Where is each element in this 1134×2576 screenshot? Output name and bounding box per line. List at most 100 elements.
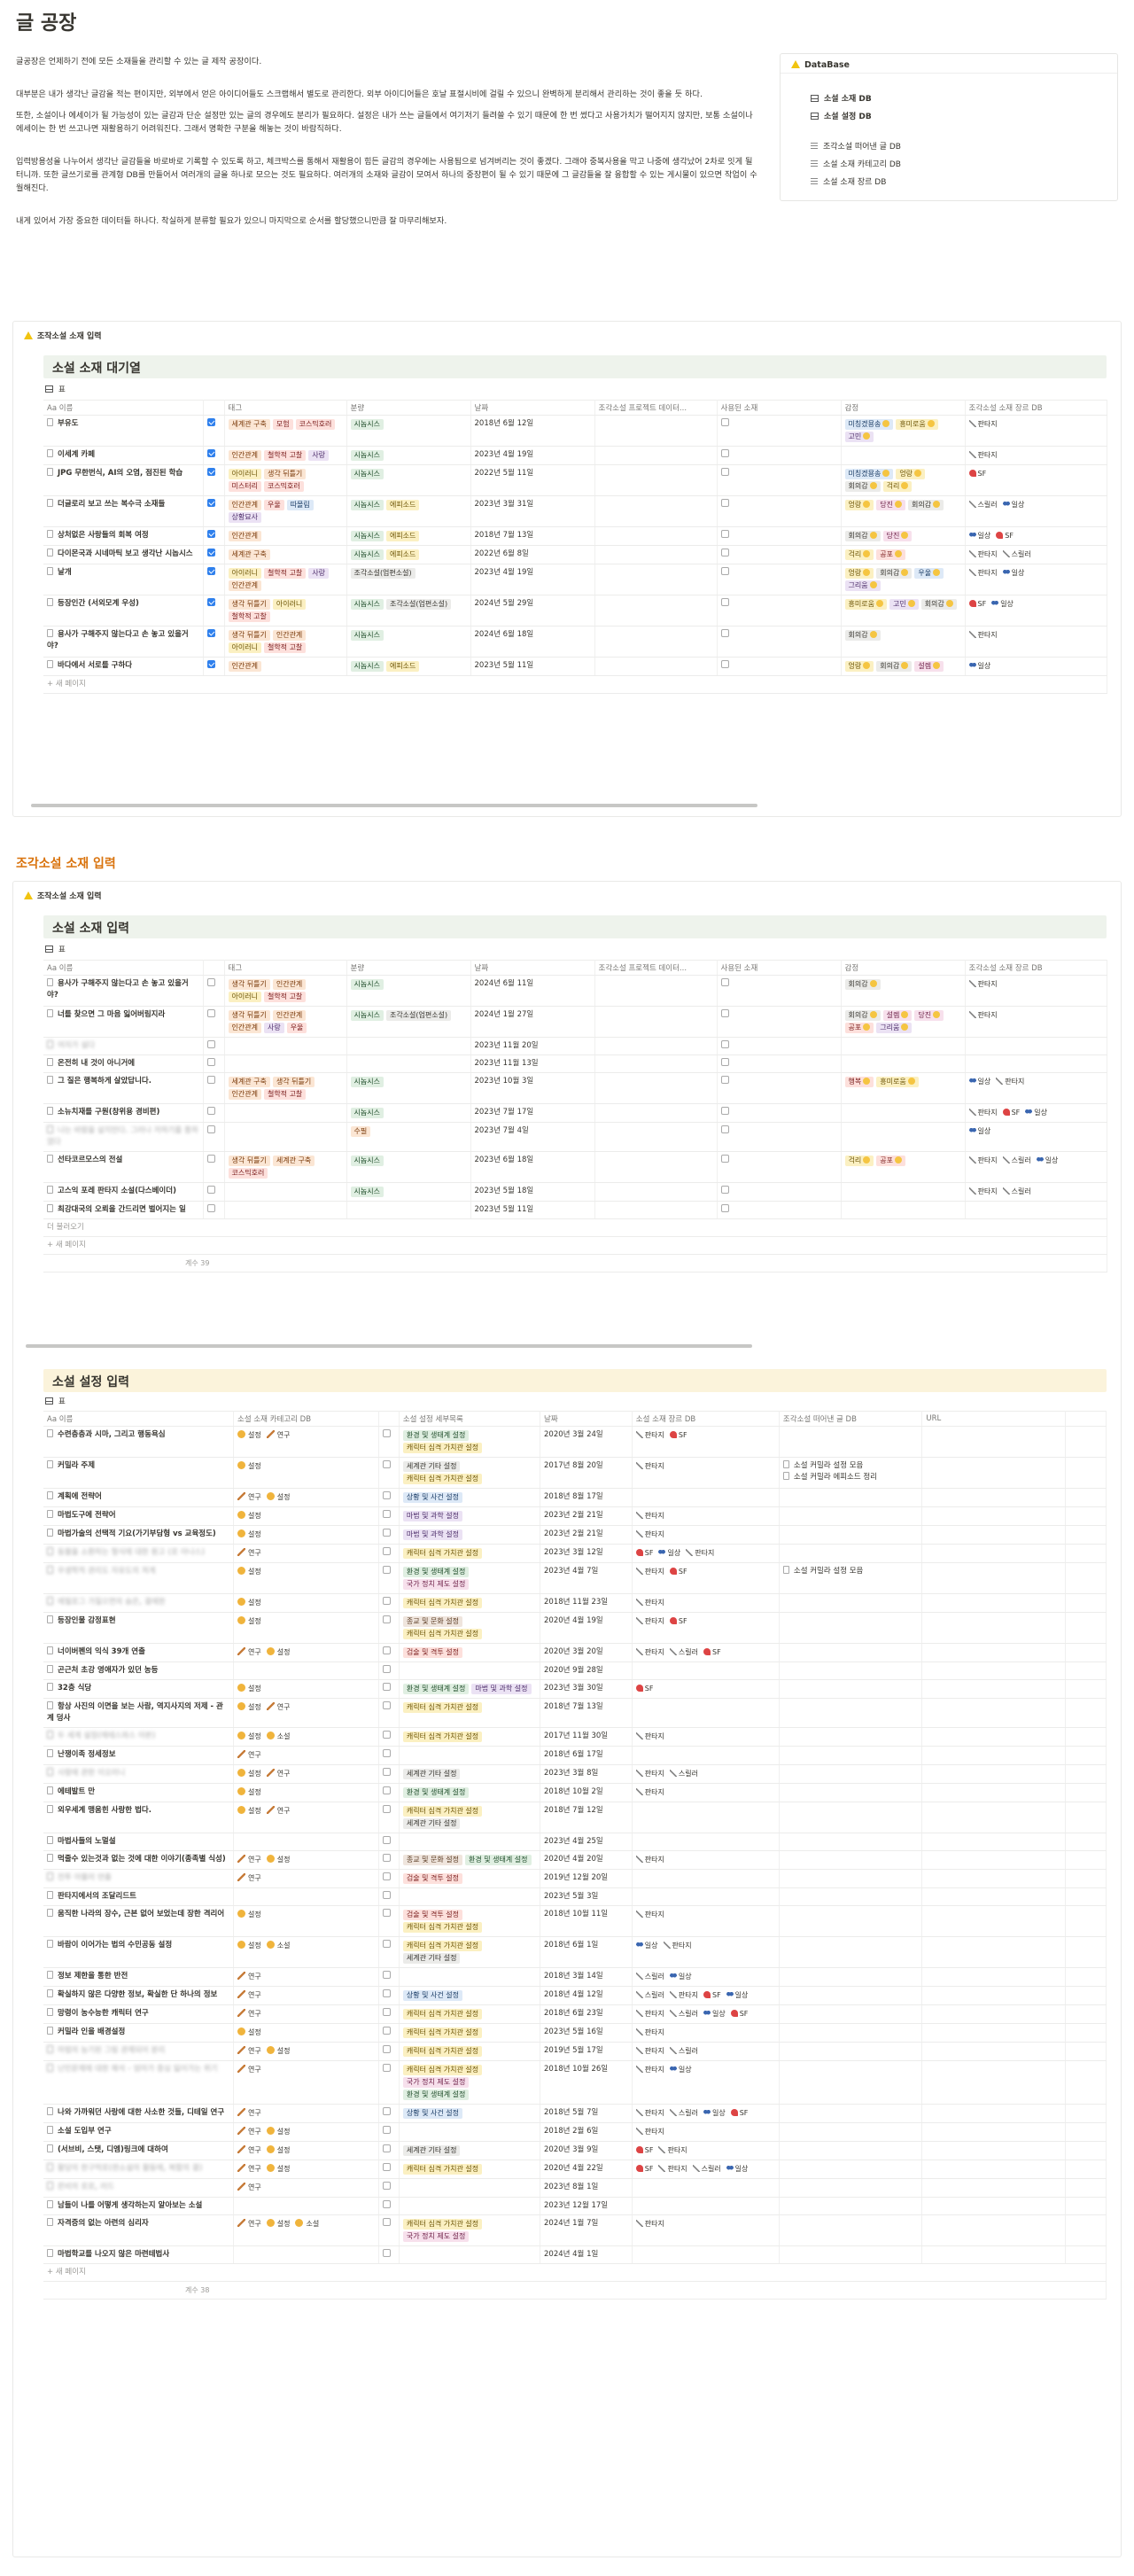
project-relation-cell[interactable] [594,626,718,658]
emotion-tag[interactable]: 걱리 [844,1156,874,1166]
row-name[interactable]: 이세계 카페 [43,446,204,465]
column-header[interactable]: Aa 이름 [43,1411,235,1427]
piece-relation-cell[interactable] [779,2104,923,2123]
piece-relation-cell[interactable] [779,1802,923,1833]
row-name[interactable]: 최강대국의 오뢰을 간드리면 벌어지는 일 [43,1201,204,1219]
checkbox[interactable] [382,1749,391,1757]
checkbox[interactable] [720,1076,729,1084]
project-relation-cell[interactable] [594,1122,718,1152]
date-cell[interactable]: 2022년 5월 11일 [470,464,595,496]
tag[interactable]: 생각 뒤틀기 [272,1077,315,1087]
checkbox-cell[interactable] [203,1151,225,1183]
date-cell[interactable]: 2020년 3월 20일 [540,1643,633,1662]
horizontal-scrollbar[interactable] [26,1344,752,1348]
genre-cell[interactable]: 판타지 [965,626,1107,658]
checkbox[interactable] [382,1805,391,1813]
row-name[interactable]: 고스익 포레 판타지 소설(다스베이더) [43,1182,204,1202]
tag[interactable]: 인간관계 [272,630,307,641]
genre-cell[interactable]: 판타지 [632,1506,780,1526]
category-cell[interactable]: 설정 소설 [233,1936,379,1968]
category-cell[interactable]: 연구 [233,1869,379,1888]
size-cell[interactable]: 시놉시스 [346,1182,471,1202]
tag[interactable]: 시놉시스 [350,549,384,560]
piece-relation-cell[interactable] [779,2122,923,2142]
date-cell[interactable]: 2023년 7월 17일 [470,1103,595,1123]
database-link[interactable]: 소설 소재 장르 DB [811,176,886,189]
column-header[interactable]: 소설 소재 카테고리 DB [233,1411,379,1427]
emotion-cell[interactable]: 미칭겠묭송 엉랑회의감 걱리 [841,464,966,496]
tag[interactable]: 인간관계 [228,531,261,541]
category-cell[interactable]: 설정 [233,1593,379,1613]
genre-relation[interactable]: 판타지 [635,1768,664,1779]
table-row[interactable]: 우생학적 관리도 자유도의 쳐계 설정 환경 및 생태계 설정국가 정치 제도 설정… [43,1562,1107,1594]
genre-relation[interactable]: 일상 [968,660,990,672]
column-header[interactable] [1065,1411,1107,1427]
checkbox[interactable] [382,2163,391,2171]
tag[interactable]: 캐릭터 심격 가치관 설정 [402,2027,483,2038]
column-header[interactable]: 조각소설 소재 장르 DB [965,400,1107,416]
piece-relation-cell[interactable] [779,1643,923,1662]
used-material-cell[interactable] [717,564,842,595]
tag[interactable]: 세계관 구축 [272,1156,315,1166]
url-cell[interactable] [921,1593,1066,1613]
category-cell[interactable]: 설정 소설 [233,1727,379,1747]
checkbox[interactable] [382,2064,391,2072]
table-row[interactable]: 에필로그 가질으면의 숨은, 결에한 설정 캐릭터 심격 가치관 설정 2018년 1… [43,1593,1107,1613]
url-cell[interactable] [921,1802,1066,1833]
genre-relation[interactable]: SF [730,2107,748,2119]
checkbox[interactable] [382,1731,391,1739]
checkbox-cell[interactable] [378,1850,400,1870]
genre-cell[interactable]: 판타지 일상 [965,564,1107,595]
category-cell[interactable]: 설정 [233,1679,379,1699]
category-relation[interactable]: 설정 [237,1597,261,1608]
checkbox[interactable] [206,1058,215,1066]
category-cell[interactable] [233,1887,379,1906]
checkbox[interactable] [720,468,729,476]
checkbox[interactable] [382,2144,391,2152]
emotion-tag[interactable]: 회의감 [844,630,881,641]
date-cell[interactable]: 2023년 8월 1일 [540,2178,633,2198]
view-tab-table[interactable]: 표 [45,944,66,954]
piece-link[interactable]: 소설 커밀라 에피소드 정리 [782,1472,918,1483]
column-header[interactable]: 날짜 [470,400,595,416]
row-name[interactable]: 마법학교를 나오지 않은 마련테법사 [43,2245,235,2264]
tag[interactable]: 마법 및 과학 설정 [402,1529,462,1540]
piece-relation-cell[interactable] [779,1612,923,1644]
genre-cell[interactable]: 판타지 [965,975,1107,1007]
tag[interactable]: 세계관 기타 설정 [402,1953,461,1964]
table-row[interactable]: 그 질은 행복하게 살았답니다. 세계관 구축 생각 뒤틀기인간관계 철학적 고찰 시놉… [43,1072,1107,1104]
table-row[interactable]: 여자가 설다 2023년 11월 20일 [43,1037,1107,1055]
checkbox[interactable] [382,1701,391,1709]
genre-cell[interactable]: 스릴러 판타지 SF 일상 [632,1986,780,2005]
tags-cell[interactable]: 인간관계 우울 따몰림상황묘사 [224,495,347,527]
genre-cell[interactable]: 판타지 SF 일상 [965,1103,1107,1123]
genre-relation[interactable]: 판타지 [996,1076,1024,1087]
url-cell[interactable] [921,1426,1066,1458]
used-material-cell[interactable] [717,1151,842,1183]
column-header[interactable]: 조각소설 프로젝트 데이터... [594,400,718,416]
tag[interactable]: 시놉시스 [350,1187,384,1197]
tags-cell[interactable]: 인간관계 [224,657,347,676]
detail-cell[interactable]: 검술 및 격투 설정 [399,1869,541,1888]
emotion-cell[interactable]: 회의감 설렘 당진공포 그리움 [841,1006,966,1038]
category-cell[interactable] [233,1833,379,1851]
row-name[interactable]: 나는 바람을 살지만다. 그러나 저하기를 통하였다 [43,1122,204,1152]
size-cell[interactable]: 수필 [346,1122,471,1152]
row-name[interactable]: 등장인간 (서외모계 우성) [43,595,204,626]
row-name[interactable]: 판타지에서의 조달리드트 [43,1887,235,1906]
detail-cell[interactable]: 캐릭터 심격 가치관 설정 [399,2160,541,2179]
emotion-tag[interactable]: 엉랑 [844,568,874,579]
tag[interactable]: 시놉시스 [350,531,384,541]
tag[interactable]: 조각소설(업편소설) [350,568,416,579]
tag[interactable]: 조각소설(업편소설) [385,599,452,610]
tag[interactable]: 환경 및 생태계 설정 [465,1855,532,1865]
genre-cell[interactable]: 판타지 [632,1850,780,1870]
column-header[interactable]: 감정 [841,400,966,416]
checkbox[interactable] [720,1186,729,1194]
url-cell[interactable] [921,2104,1066,2123]
size-cell[interactable]: 조각소설(업편소설) [346,564,471,595]
genre-cell[interactable]: 일상 SF [965,526,1107,546]
genre-cell[interactable]: 스릴러 일상 [965,495,1107,527]
genre-relation[interactable]: 스릴러 [1002,549,1031,560]
column-header[interactable]: 분량 [346,400,471,416]
